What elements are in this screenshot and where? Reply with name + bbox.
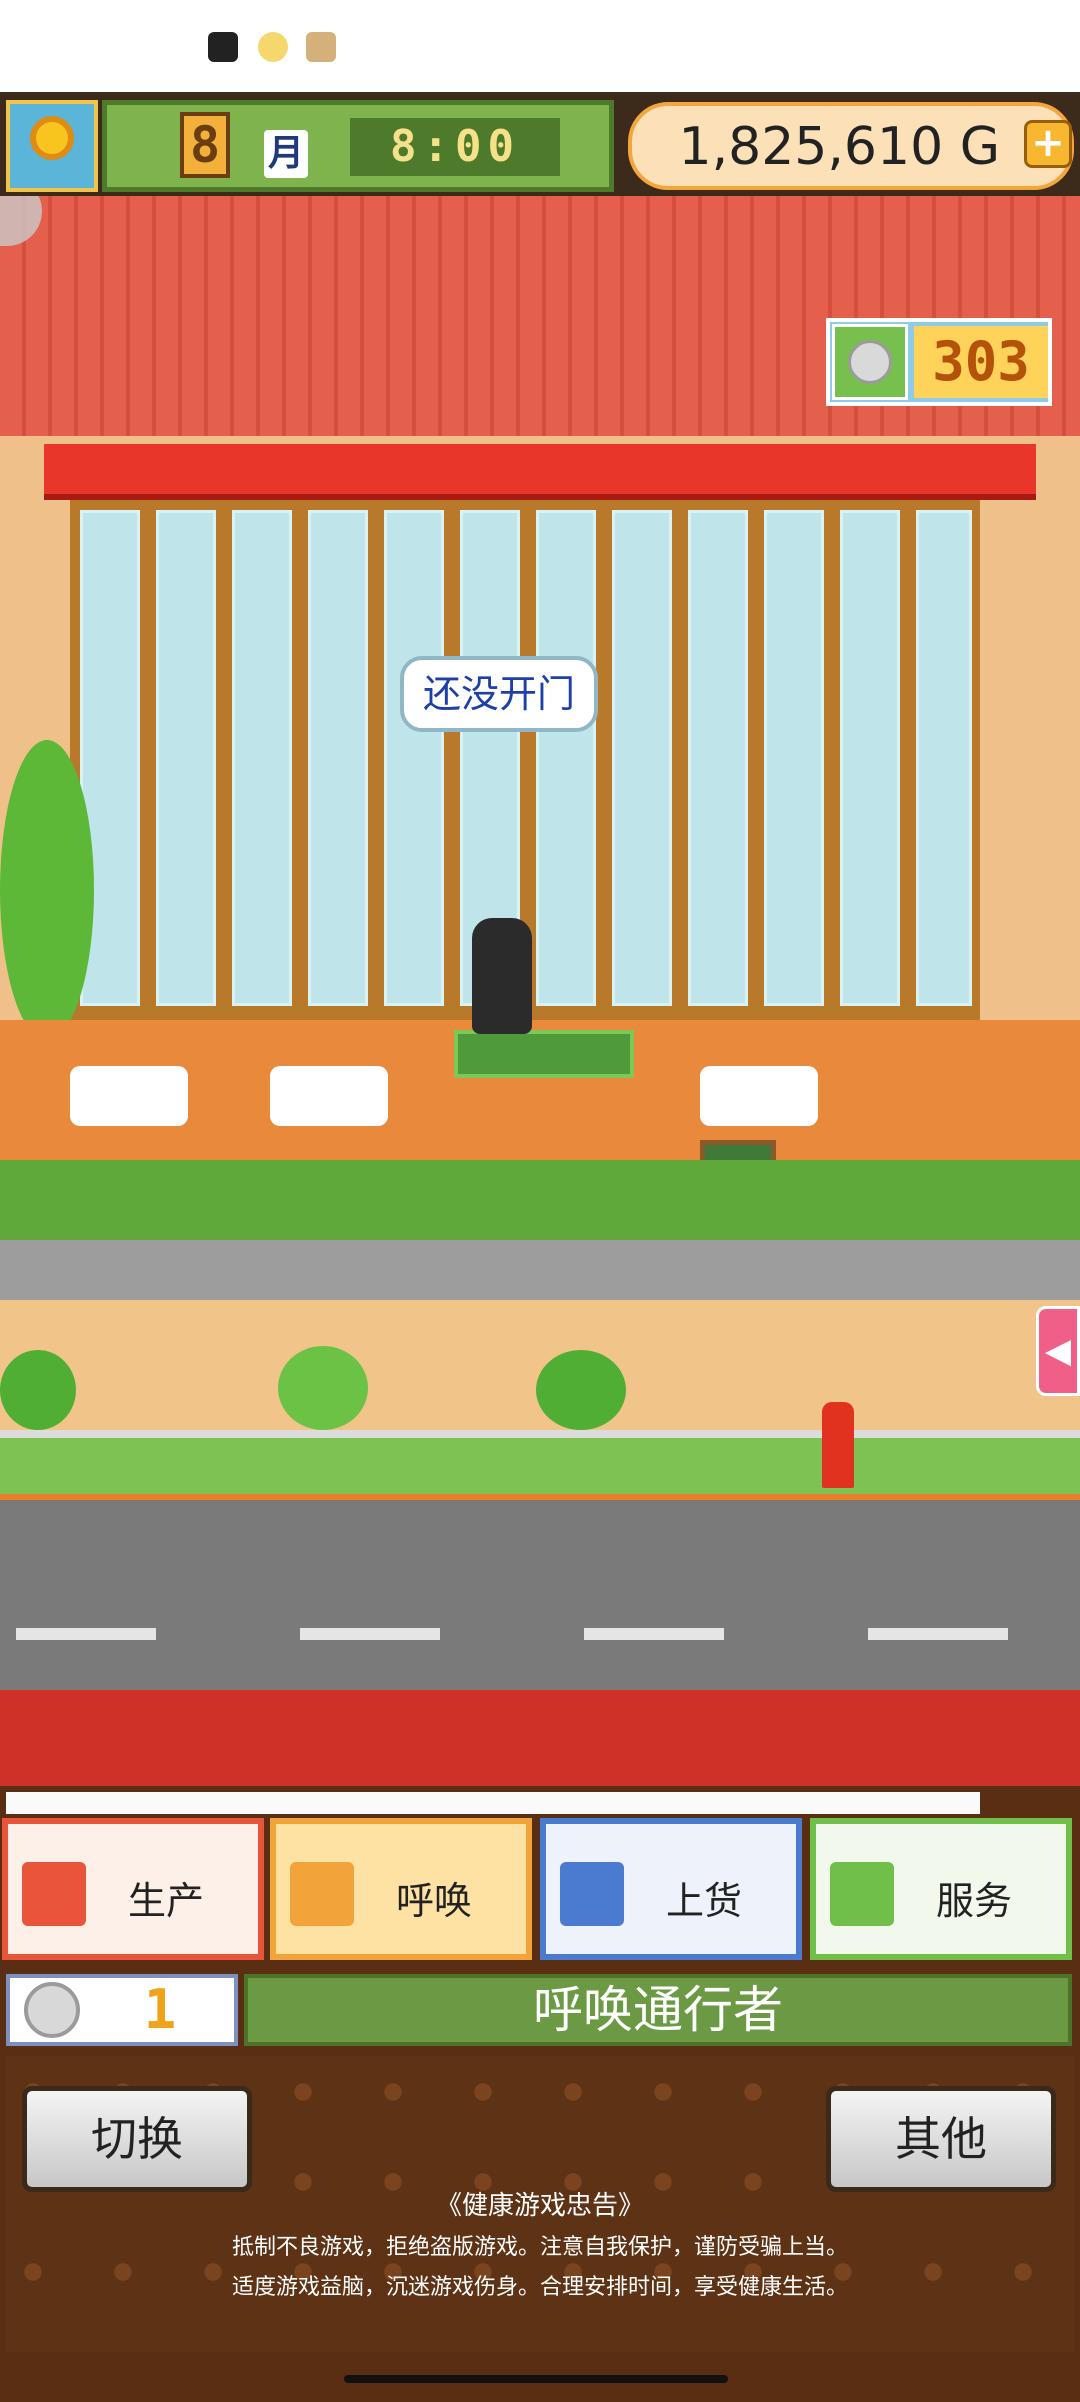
- tab-label: 生产: [128, 1879, 205, 1923]
- switch-button[interactable]: 切换: [22, 2086, 252, 2192]
- month-number: 8: [180, 112, 230, 178]
- tree: [0, 740, 94, 1040]
- status-bar: [0, 0, 1080, 92]
- entrance-mat: [454, 1030, 634, 1078]
- bush: [536, 1350, 626, 1430]
- bush: [278, 1346, 368, 1430]
- weibo-icon: [258, 32, 288, 62]
- sidewalk-curb: [0, 1240, 1080, 1300]
- table: [70, 1066, 188, 1126]
- game-clock: 8:00: [350, 118, 560, 176]
- coin-count: 303: [914, 326, 1048, 398]
- health-notice-line: 抵制不良游戏，拒绝盗版游戏。注意自我保护，谨防受骗上当。: [231, 2235, 848, 2260]
- road: [0, 1500, 1080, 1690]
- game-notification-icon: [306, 32, 336, 62]
- other-button[interactable]: 其他: [826, 2086, 1056, 2192]
- sunflower-icon: [6, 100, 98, 192]
- red-carpet-strip: [0, 1690, 1080, 1790]
- flag-icon: [290, 1862, 354, 1926]
- penguin-app-icon: [208, 32, 238, 62]
- sidewalk-tiles: [0, 1300, 1080, 1440]
- bread-icon: [22, 1862, 86, 1926]
- shopkeeper-character[interactable]: [472, 918, 532, 1034]
- coffee-cup-icon: [830, 1862, 894, 1926]
- cake-icon: [560, 1862, 624, 1926]
- tab-call[interactable]: 呼唤: [270, 1818, 532, 1960]
- guard-railing: [0, 1430, 1080, 1494]
- table: [270, 1066, 388, 1126]
- home-indicator[interactable]: [344, 2375, 728, 2383]
- tab-production[interactable]: 生产: [2, 1818, 264, 1960]
- bush: [0, 1350, 76, 1430]
- tab-label: 上货: [666, 1879, 743, 1923]
- health-notice-title: 《健康游戏忠告》: [435, 2191, 644, 2221]
- call-passerby-button[interactable]: 呼唤通行者: [244, 1974, 1072, 2046]
- side-panel-arrow[interactable]: ◀: [1036, 1306, 1080, 1396]
- fire-hydrant: [822, 1402, 854, 1488]
- info-ticker: [6, 1792, 980, 1814]
- door-status-bubble: 还没开门: [400, 656, 598, 732]
- gold-amount: 1,825,610 G: [678, 117, 1000, 177]
- tab-label: 呼唤: [396, 1879, 473, 1923]
- tab-service[interactable]: 服务: [810, 1818, 1072, 1960]
- table: [700, 1066, 818, 1126]
- silver-coin-icon: [24, 1982, 80, 2038]
- tab-stock[interactable]: 上货: [540, 1818, 802, 1960]
- month-label: 月: [264, 130, 308, 178]
- add-gold-button[interactable]: +: [1024, 120, 1072, 168]
- flower-hedge: [0, 1160, 1080, 1240]
- shop-awning: [44, 444, 1036, 500]
- action-cost-value: 1: [143, 1978, 177, 2041]
- silver-coin-icon: [848, 340, 892, 384]
- tab-label: 服务: [936, 1879, 1013, 1923]
- health-notice-line: 适度游戏益脑，沉迷游戏伤身。合理安排时间，享受健康生活。: [231, 2275, 848, 2300]
